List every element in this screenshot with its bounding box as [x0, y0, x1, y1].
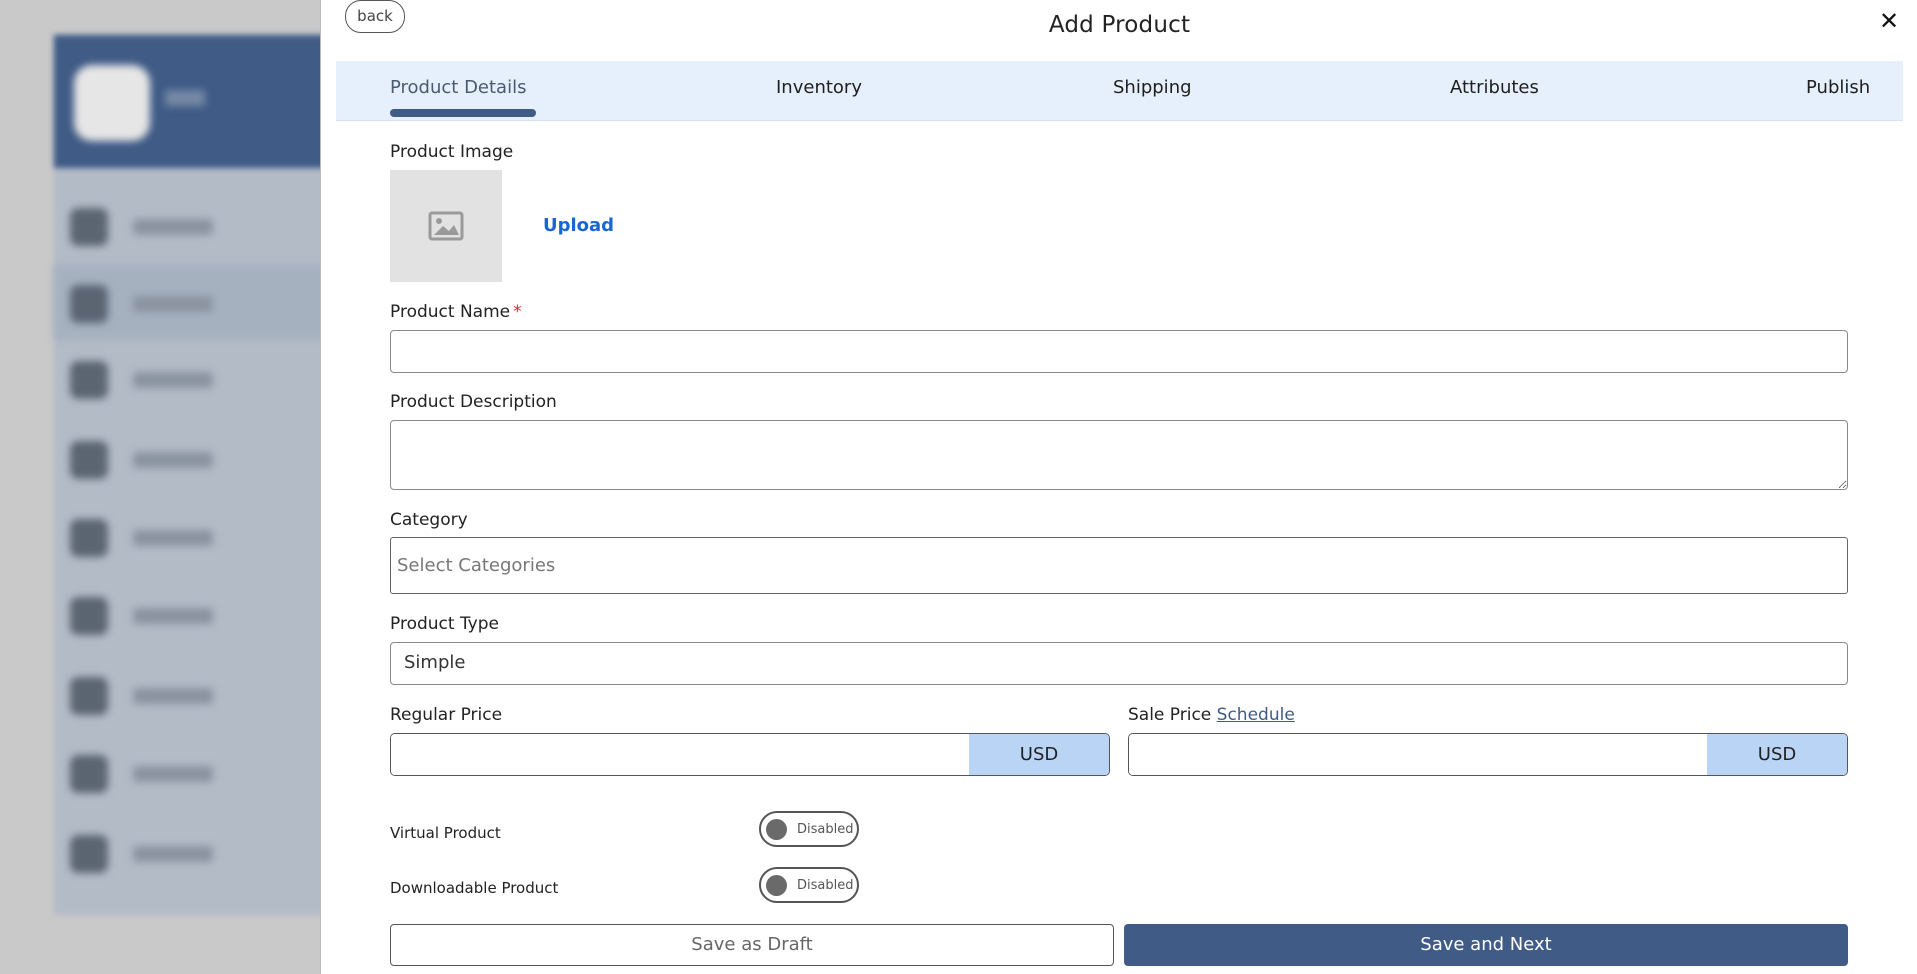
category-label: Category [390, 510, 468, 530]
sale-price-input[interactable] [1129, 734, 1707, 775]
sale-price-label: Sale Price Schedule [1128, 705, 1295, 725]
background-nav-icon [70, 285, 108, 323]
required-asterisk: * [513, 302, 522, 322]
background-nav-icon [70, 361, 108, 399]
product-name-label-text: Product Name [390, 302, 511, 322]
tab-publish[interactable]: Publish [1806, 77, 1870, 98]
tab-inventory[interactable]: Inventory [776, 77, 862, 98]
background-nav-text [133, 372, 213, 388]
background-nav-icon [70, 597, 108, 635]
toggle-knob [766, 818, 787, 840]
product-name-input[interactable] [390, 330, 1848, 373]
regular-price-group: USD [390, 733, 1110, 776]
product-description-textarea[interactable] [390, 420, 1848, 490]
background-logo-text [165, 90, 205, 106]
tab-attributes[interactable]: Attributes [1450, 77, 1539, 98]
product-name-label: Product Name * [390, 302, 522, 322]
schedule-link[interactable]: Schedule [1217, 705, 1295, 725]
sale-price-label-text: Sale Price [1128, 705, 1212, 725]
background-nav-text [133, 452, 213, 468]
regular-price-label: Regular Price [390, 705, 503, 725]
downloadable-product-label: Downloadable Product [390, 879, 559, 897]
background-nav-text [133, 688, 213, 704]
background-nav-text [133, 608, 213, 624]
active-tab-indicator [390, 109, 536, 117]
background-nav-icon [70, 835, 108, 873]
product-type-select[interactable]: Simple [390, 642, 1848, 685]
background-nav-icon [70, 677, 108, 715]
tab-shipping[interactable]: Shipping [1113, 77, 1192, 98]
close-icon[interactable]: ✕ [1874, 6, 1904, 36]
toggle-knob [766, 874, 787, 896]
category-select[interactable]: Select Categories [390, 537, 1848, 594]
background-nav-text [133, 766, 213, 782]
toggle-state-text: Disabled [797, 821, 854, 837]
image-icon [428, 211, 464, 241]
save-and-next-button[interactable]: Save and Next [1124, 924, 1848, 966]
modal-title: Add Product [1048, 12, 1191, 38]
tab-product-details[interactable]: Product Details [390, 77, 526, 98]
sale-price-group: USD [1128, 733, 1848, 776]
background-logo [74, 65, 150, 141]
virtual-product-toggle[interactable]: Disabled [759, 811, 859, 847]
product-image-placeholder[interactable] [390, 170, 502, 282]
add-product-modal: back Add Product ✕ Product Details Inven… [320, 0, 1917, 974]
background-nav-text [133, 846, 213, 862]
tab-bar: Product Details Inventory Shipping Attri… [336, 61, 1903, 121]
regular-price-currency: USD [969, 734, 1109, 775]
sale-price-currency: USD [1707, 734, 1847, 775]
upload-link[interactable]: Upload [543, 215, 614, 236]
background-nav-icon [70, 208, 108, 246]
background-nav-icon [70, 755, 108, 793]
virtual-product-label: Virtual Product [390, 824, 501, 842]
background-nav-icon [70, 519, 108, 557]
toggle-state-text: Disabled [797, 877, 854, 893]
save-as-draft-button[interactable]: Save as Draft [390, 924, 1114, 966]
background-nav-text [133, 219, 213, 235]
background-nav-text [133, 530, 213, 546]
product-image-label: Product Image [390, 142, 514, 162]
downloadable-product-toggle[interactable]: Disabled [759, 867, 859, 903]
background-nav-icon [70, 441, 108, 479]
regular-price-input[interactable] [391, 734, 969, 775]
background-nav-text [133, 296, 213, 312]
product-description-label: Product Description [390, 392, 557, 412]
product-type-label: Product Type [390, 614, 499, 634]
